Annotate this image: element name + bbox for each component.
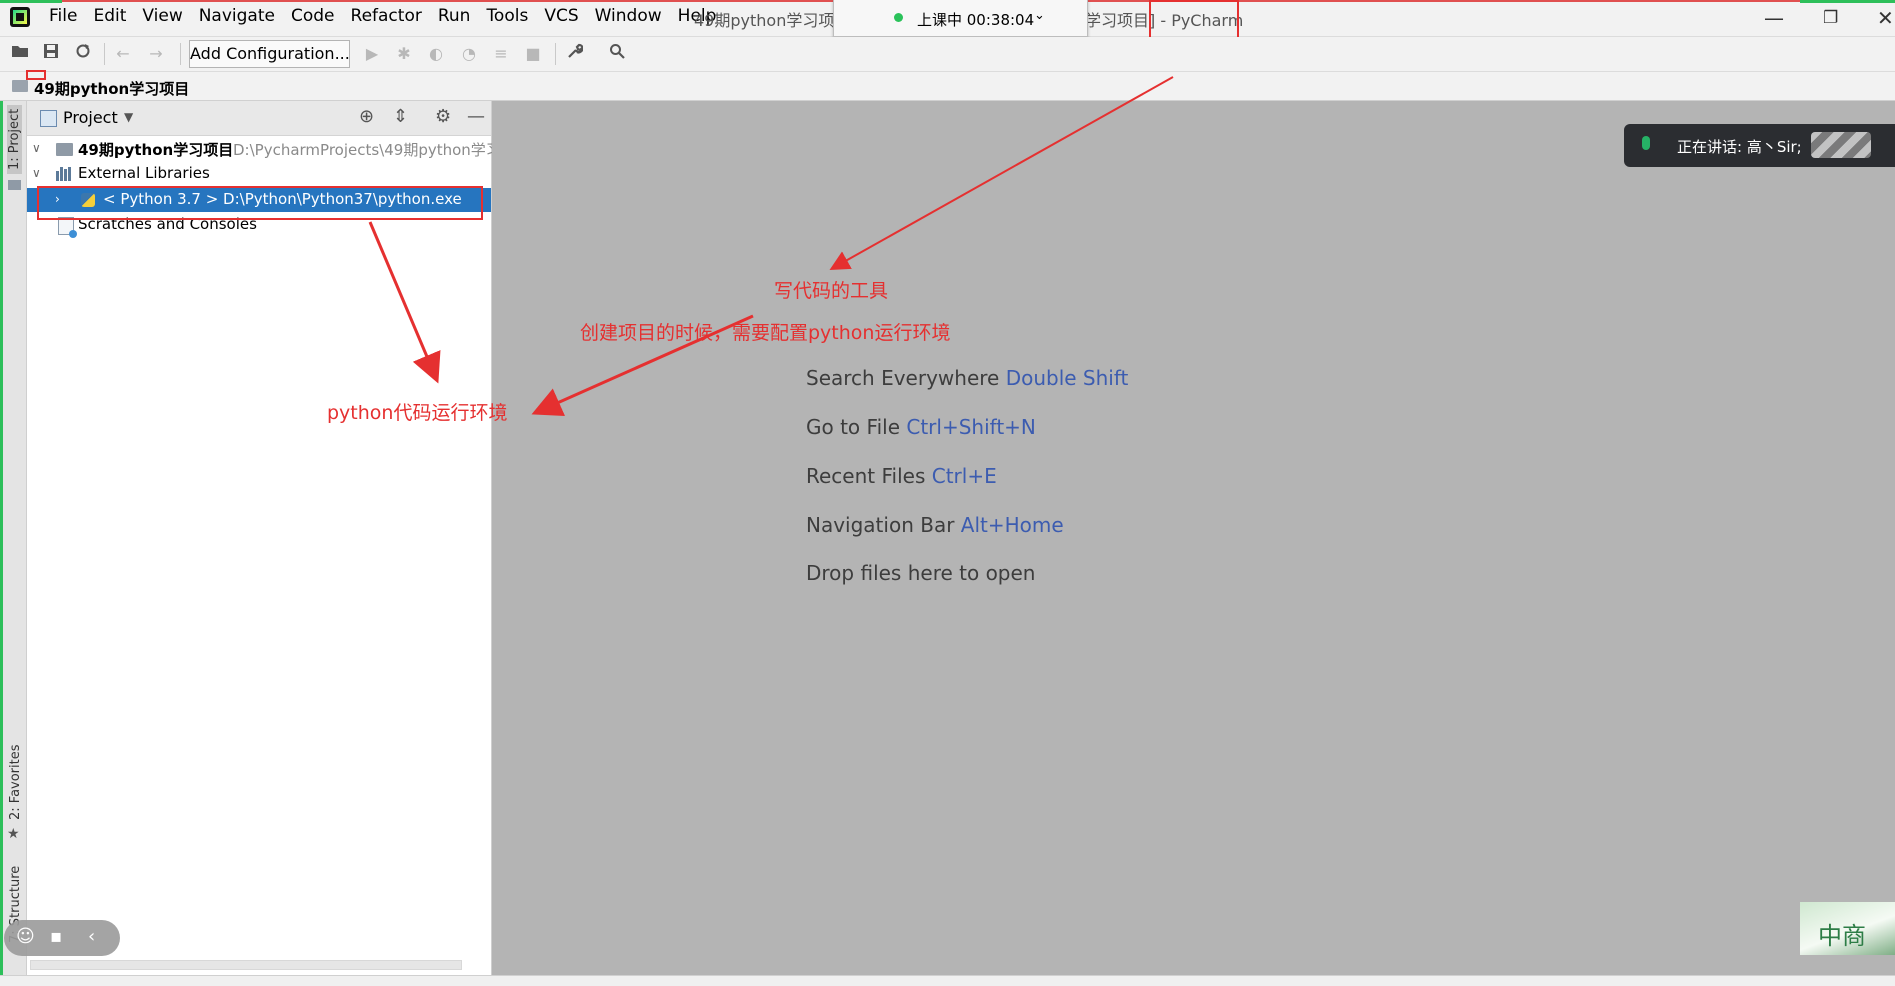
annotation-box-python [37, 186, 483, 220]
thumbnail-text: 中商 [1818, 922, 1866, 950]
folder-icon [56, 143, 73, 156]
annotation-tool-note: 写代码的工具 [774, 280, 889, 302]
wrench-settings-icon[interactable] [564, 43, 586, 65]
toolbar-separator [180, 43, 181, 65]
caret-down-icon[interactable]: ▼ [124, 110, 133, 124]
tree-item-label: External Libraries [78, 164, 210, 182]
class-timer-widget[interactable]: 上课中 00:38:04 ⌄ [833, 0, 1088, 37]
open-folder-icon[interactable] [9, 43, 31, 65]
hint-text: Drop files here to open [806, 561, 1036, 585]
speaking-indicator: 正在讲话: 高丶Sir; [1624, 124, 1895, 167]
menu-code[interactable]: Code [291, 6, 335, 26]
profile-icon[interactable]: ◔ [458, 43, 480, 65]
menu-file[interactable]: File [49, 6, 77, 26]
hint-text: Go to File [806, 415, 900, 439]
tool-tab-project[interactable]: 1: Project [7, 104, 22, 174]
build-icon[interactable]: ≡ [490, 43, 512, 65]
star-icon: ★ [7, 826, 20, 842]
minimize-button[interactable]: — [1764, 6, 1784, 30]
chevron-down-icon[interactable]: ∨ [32, 141, 41, 155]
hint-text: Recent Files [806, 464, 926, 488]
annotation-runtime-note: python代码运行环境 [327, 402, 508, 424]
breadcrumb-project[interactable]: 49期python学习项目 [34, 78, 189, 99]
live-dot-icon [894, 13, 903, 22]
restore-button[interactable]: ❐ [1823, 8, 1838, 28]
hint-shortcut: Ctrl+Shift+N [906, 415, 1036, 439]
menu-vcs[interactable]: VCS [544, 6, 578, 26]
emoji-icon[interactable]: ☺ [16, 926, 35, 947]
chevron-down-icon[interactable]: ∨ [32, 166, 41, 180]
navigation-bar [0, 72, 1895, 101]
toolbar-separator [555, 43, 556, 65]
folder-icon [8, 180, 21, 190]
menu-run[interactable]: Run [438, 6, 471, 26]
screen-border-green [1800, 0, 1895, 3]
tool-tab-favorites[interactable]: 2: Favorites [8, 744, 23, 820]
speaking-text: 正在讲话: 高丶Sir; [1677, 138, 1802, 156]
screen-border-green [0, 0, 62, 3]
chat-icon[interactable]: ▪ [50, 926, 62, 947]
menu-window[interactable]: Window [595, 6, 662, 26]
gear-icon[interactable]: ⚙ [435, 106, 451, 127]
menu-edit[interactable]: Edit [93, 6, 126, 26]
hint-navigation-bar: Navigation Bar Alt+Home [806, 513, 1064, 537]
sync-icon[interactable] [72, 43, 94, 65]
annotation-env-note: 创建项目的时候，需要配置python运行环境 [580, 322, 951, 344]
stop-icon[interactable]: ■ [522, 43, 544, 65]
pycharm-logo-icon [10, 7, 30, 27]
menu-tools[interactable]: Tools [486, 6, 528, 26]
screen-border-green [0, 101, 3, 985]
folder-icon [12, 80, 28, 92]
run-icon[interactable]: ▶ [361, 43, 383, 65]
coverage-icon[interactable]: ◐ [425, 43, 447, 65]
close-button[interactable]: ✕ [1877, 6, 1894, 30]
tree-item-external-libraries[interactable]: ∨ External Libraries [27, 162, 491, 186]
microphone-icon [1642, 136, 1650, 150]
add-configuration-button[interactable]: Add Configuration... [189, 40, 350, 68]
chevron-left-icon[interactable]: ‹ [88, 926, 95, 947]
menu-view[interactable]: View [142, 6, 182, 26]
floating-control-pill[interactable]: ☺ ▪ ‹ [4, 920, 120, 956]
debug-icon[interactable]: ✱ [393, 43, 415, 65]
hint-shortcut: Ctrl+E [931, 464, 997, 488]
window-title: 49期python学习项目 [694, 11, 851, 30]
editor-empty-area[interactable] [492, 101, 1895, 975]
collapse-all-icon[interactable]: ⇕ [393, 106, 408, 127]
menu-bar: File Edit View Navigate Code Refactor Ru… [49, 6, 732, 26]
hint-text: Navigation Bar [806, 513, 955, 537]
tree-item-project-root[interactable]: ∨ 49期python学习项目 D:\PycharmProjects\49期py… [27, 137, 501, 161]
save-icon[interactable] [40, 43, 62, 65]
locate-target-icon[interactable]: ⊕ [359, 106, 374, 127]
chevron-down-icon[interactable]: ⌄ [1034, 8, 1045, 23]
back-arrow-icon[interactable]: ← [112, 43, 134, 65]
left-tool-strip [0, 101, 27, 985]
project-view-icon [40, 110, 57, 127]
hint-go-to-file: Go to File Ctrl+Shift+N [806, 415, 1036, 439]
hint-search-everywhere: Search Everywhere Double Shift [806, 366, 1128, 390]
libraries-icon [56, 167, 74, 181]
horizontal-scrollbar[interactable] [30, 960, 462, 970]
search-icon[interactable] [606, 43, 628, 65]
status-bar [0, 975, 1895, 986]
hint-shortcut: Alt+Home [960, 513, 1064, 537]
toolbar-separator [104, 43, 105, 65]
hide-panel-icon[interactable]: — [467, 106, 485, 127]
tree-item-label: 49期python学习项目 [78, 141, 234, 159]
hint-drop-files: Drop files here to open [806, 561, 1035, 585]
project-panel-title[interactable]: Project [63, 108, 118, 127]
tree-item-path: D:\PycharmProjects\49期python学习 [233, 141, 501, 159]
video-thumbnail: 中商 [1800, 902, 1895, 955]
hint-shortcut: Double Shift [1005, 366, 1129, 390]
forward-arrow-icon[interactable]: → [145, 43, 167, 65]
menu-navigate[interactable]: Navigate [199, 6, 275, 26]
class-timer-text: 上课中 00:38:04 [917, 11, 1035, 29]
menu-refactor[interactable]: Refactor [351, 6, 422, 26]
hint-text: Search Everywhere [806, 366, 1000, 390]
avatar [1811, 132, 1871, 158]
hint-recent-files: Recent Files Ctrl+E [806, 464, 997, 488]
